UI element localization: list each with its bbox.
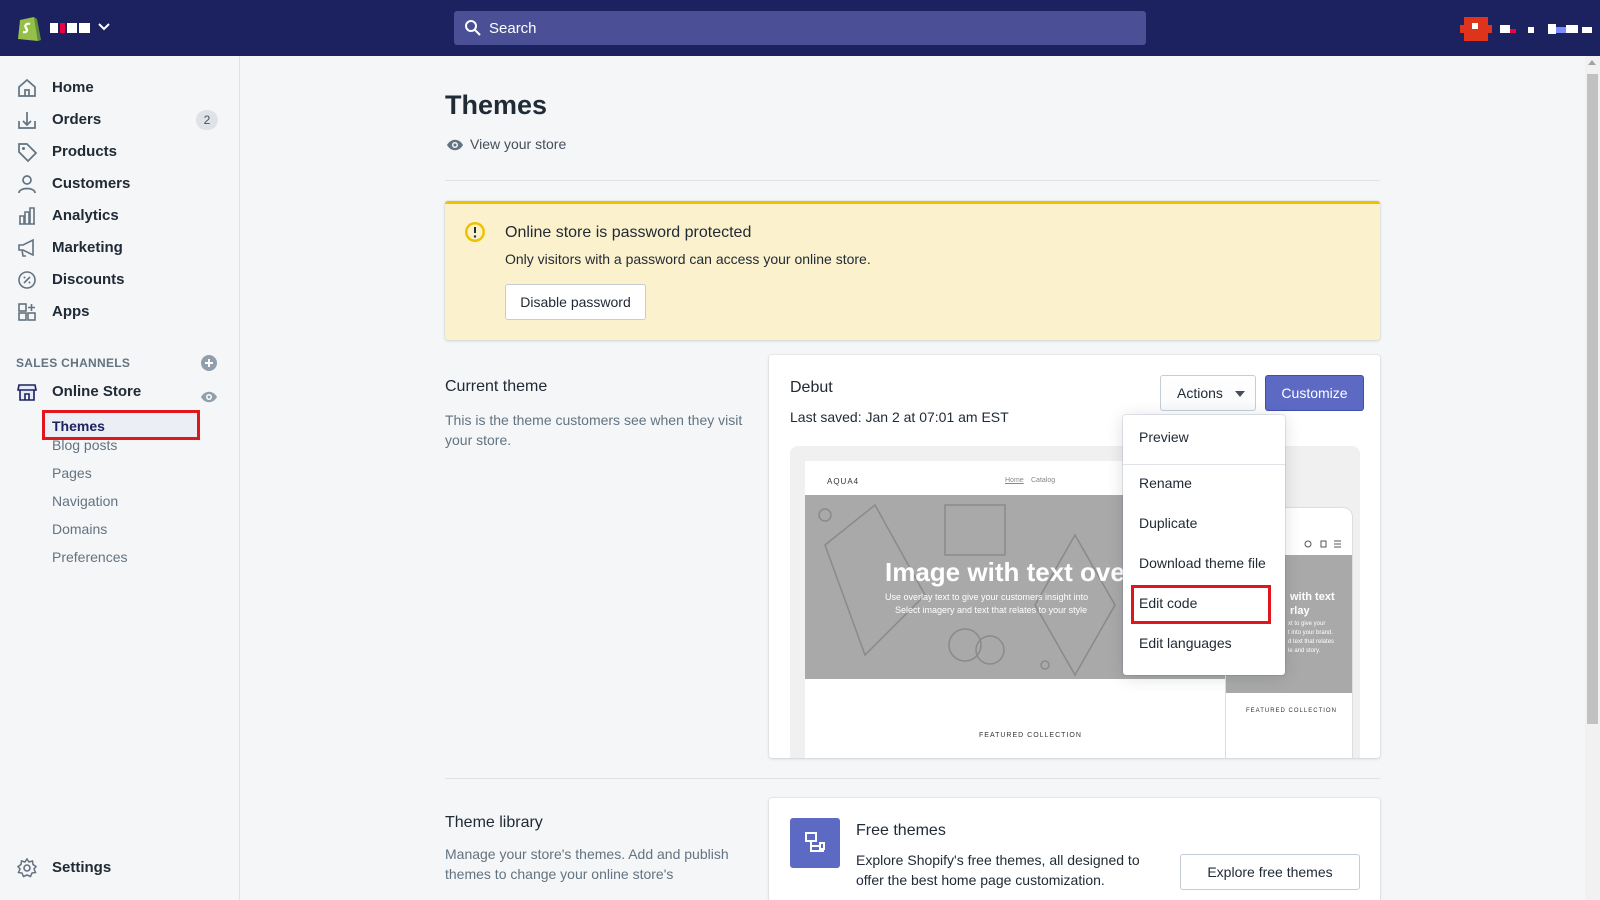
menu-item-download-theme[interactable]: Download theme file bbox=[1139, 555, 1266, 571]
shopify-logo-icon[interactable] bbox=[16, 13, 42, 43]
sidebar-item-settings[interactable]: Settings bbox=[0, 852, 240, 884]
preview-nav-home: Home bbox=[1005, 477, 1024, 484]
sidebar-subitem-domains[interactable]: Domains bbox=[52, 521, 107, 537]
menu-item-preview[interactable]: Preview bbox=[1139, 429, 1189, 445]
megaphone-icon bbox=[18, 238, 34, 257]
actions-dropdown-menu: Preview Rename Duplicate Download theme … bbox=[1123, 415, 1285, 675]
tag-icon bbox=[18, 143, 38, 163]
warning-icon bbox=[465, 222, 485, 242]
divider bbox=[445, 180, 1380, 181]
scroll-up-arrow-icon[interactable] bbox=[1588, 60, 1596, 65]
store-name-switcher[interactable] bbox=[50, 20, 90, 36]
sidebar-item-label: Home bbox=[52, 79, 94, 96]
sidebar-item-analytics[interactable]: Analytics bbox=[0, 200, 240, 232]
apps-icon bbox=[18, 303, 36, 321]
banner-text: Only visitors with a password can access… bbox=[505, 251, 871, 267]
sidebar-item-orders[interactable]: Orders 2 bbox=[0, 104, 240, 136]
password-banner: Online store is password protected Only … bbox=[445, 201, 1380, 340]
explore-free-themes-button[interactable]: Explore free themes bbox=[1180, 854, 1360, 890]
sidebar-item-label: Marketing bbox=[52, 239, 123, 256]
preview-hero-subtitle: Use overlay text to give your customers … bbox=[885, 592, 1089, 602]
theme-last-saved: Last saved: Jan 2 at 07:01 am EST bbox=[790, 409, 1009, 425]
page-title: Themes bbox=[445, 90, 548, 120]
discount-icon bbox=[18, 271, 36, 289]
menu-item-rename[interactable]: Rename bbox=[1139, 475, 1192, 491]
avatar[interactable] bbox=[1460, 13, 1492, 45]
theme-library-description: Manage your store's themes. Add and publ… bbox=[445, 846, 729, 882]
disable-password-button[interactable]: Disable password bbox=[505, 284, 646, 320]
search-input[interactable]: Search bbox=[489, 20, 537, 37]
sidebar-item-label: Analytics bbox=[52, 207, 119, 224]
orders-icon bbox=[18, 112, 36, 129]
preview-hero-subtitle: Select imagery and text that relates to … bbox=[895, 605, 1088, 615]
menu-item-edit-languages[interactable]: Edit languages bbox=[1139, 635, 1232, 651]
actions-button[interactable]: Actions bbox=[1160, 375, 1256, 411]
sidebar-item-discounts[interactable]: Discounts bbox=[0, 264, 240, 296]
sidebar: Home Orders 2 Products Customers Analyti… bbox=[0, 56, 240, 900]
orders-count-badge: 2 bbox=[196, 110, 218, 130]
caret-down-icon bbox=[1235, 391, 1245, 397]
eye-icon bbox=[447, 139, 463, 151]
preview-hero-title: Image with text ove bbox=[885, 557, 1125, 587]
mobile-hero-title: with text rlay bbox=[1290, 591, 1335, 617]
free-themes-description: Explore Shopify's free themes, all desig… bbox=[856, 852, 1140, 888]
person-icon bbox=[18, 175, 36, 194]
sidebar-item-label: Customers bbox=[52, 175, 131, 192]
view-store-label: View your store bbox=[470, 136, 567, 152]
menu-item-edit-code[interactable]: Edit code bbox=[1139, 595, 1197, 611]
sidebar-subitem-label: Themes bbox=[52, 418, 105, 434]
search-icon bbox=[465, 20, 481, 36]
sales-channels-heading: SALES CHANNELS bbox=[16, 356, 131, 370]
sidebar-subitem-blog-posts[interactable]: Blog posts bbox=[52, 437, 117, 453]
free-themes-card: Free themes Explore Shopify's free theme… bbox=[769, 798, 1380, 900]
bar-chart-icon bbox=[19, 207, 35, 225]
sidebar-item-label: Online Store bbox=[52, 383, 142, 400]
sidebar-item-apps[interactable]: Apps bbox=[0, 296, 240, 328]
menu-divider bbox=[1123, 464, 1285, 465]
eye-icon[interactable] bbox=[200, 390, 218, 404]
sidebar-item-label: Orders bbox=[52, 111, 102, 128]
main-content: Themes View your store Online store is p… bbox=[240, 56, 1580, 900]
theme-store-icon bbox=[790, 818, 840, 868]
sidebar-item-customers[interactable]: Customers bbox=[0, 168, 240, 200]
current-theme-description: This is the theme customers see when the… bbox=[445, 412, 743, 448]
sidebar-subitem-navigation[interactable]: Navigation bbox=[52, 493, 118, 509]
preview-featured-heading: FEATURED COLLECTION bbox=[979, 732, 1082, 739]
view-store-link[interactable]: View your store bbox=[446, 136, 646, 156]
sidebar-item-label: Discounts bbox=[52, 271, 125, 288]
user-name[interactable] bbox=[1500, 22, 1594, 36]
sidebar-item-label: Apps bbox=[52, 303, 90, 320]
gear-icon bbox=[16, 857, 38, 878]
sidebar-item-label: Products bbox=[52, 143, 118, 160]
scrollbar[interactable] bbox=[1585, 56, 1600, 900]
sidebar-item-home[interactable]: Home bbox=[0, 72, 240, 104]
search-bar[interactable]: Search bbox=[454, 11, 1146, 45]
home-icon bbox=[18, 78, 36, 97]
sidebar-subitem-themes[interactable]: Themes bbox=[42, 410, 200, 440]
theme-library-heading: Theme library bbox=[445, 814, 543, 831]
current-theme-heading: Current theme bbox=[445, 378, 548, 395]
divider bbox=[445, 778, 1380, 779]
actions-label: Actions bbox=[1177, 385, 1223, 401]
preview-nav-catalog: Catalog bbox=[1031, 477, 1056, 484]
mobile-featured-heading: FEATURED COLLECTION bbox=[1246, 708, 1337, 714]
scrollbar-thumb[interactable] bbox=[1587, 74, 1598, 724]
free-themes-title: Free themes bbox=[856, 822, 946, 839]
add-circle-icon[interactable] bbox=[200, 354, 218, 372]
banner-title: Online store is password protected bbox=[505, 224, 752, 241]
theme-name: Debut bbox=[790, 379, 833, 396]
current-theme-card: Debut Last saved: Jan 2 at 07:01 am EST … bbox=[769, 355, 1380, 758]
sidebar-item-marketing[interactable]: Marketing bbox=[0, 232, 240, 264]
store-icon bbox=[17, 384, 37, 401]
customize-button[interactable]: Customize bbox=[1265, 375, 1364, 411]
chevron-down-icon[interactable] bbox=[97, 20, 111, 34]
sidebar-item-products[interactable]: Products bbox=[0, 136, 240, 168]
top-bar: Search bbox=[0, 0, 1600, 56]
mobile-hero-subtitle: xt to give your t into your brand. d tex… bbox=[1288, 621, 1335, 654]
preview-logo: AQUA4 bbox=[827, 477, 860, 486]
menu-item-duplicate[interactable]: Duplicate bbox=[1139, 515, 1197, 531]
sidebar-item-label: Settings bbox=[52, 859, 112, 876]
sidebar-subitem-pages[interactable]: Pages bbox=[52, 465, 92, 481]
sidebar-subitem-preferences[interactable]: Preferences bbox=[52, 549, 127, 565]
